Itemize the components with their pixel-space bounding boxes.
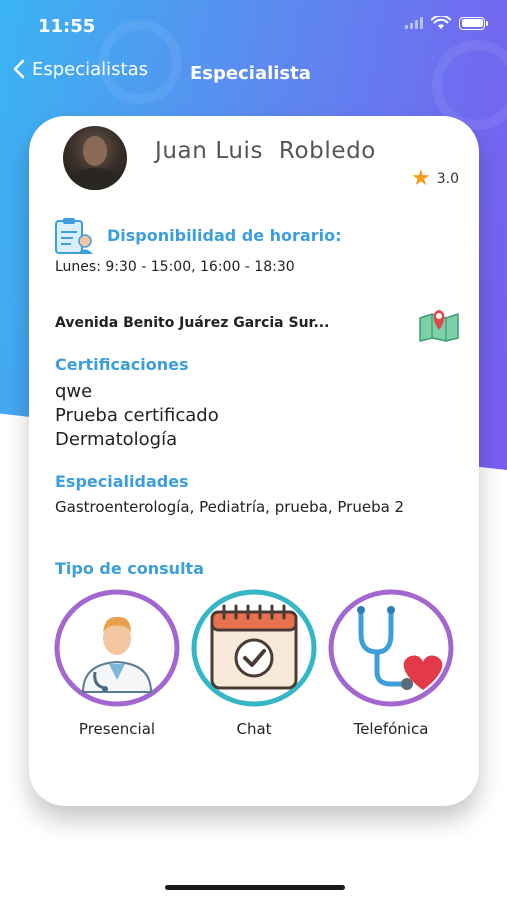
back-button[interactable]: Especialistas [12,58,148,80]
availability-schedule: Lunes: 9:30 - 15:00, 16:00 - 18:30 [55,259,295,275]
signal-icon [405,17,423,29]
rating: ★ 3.0 [411,168,459,190]
wifi-icon [431,16,451,29]
address: Avenida Benito Juárez Garcia Sur... [55,315,330,331]
certifications-title: Certificaciones [55,355,189,374]
certifications-list: qwe Prueba certificado Dermatología [55,380,219,452]
specialties-list: Gastroenterología, Pediatría, prueba, Pr… [55,498,405,516]
consultation-label: Chat [236,720,272,738]
doctor-icon [54,589,180,707]
battery-icon [459,16,488,30]
consultation-label: Telefónica [353,720,429,738]
consultation-option-presencial[interactable]: Presencial [53,588,181,738]
certification-item: Prueba certificado [55,405,219,426]
status-icons [405,16,488,30]
certification-item: qwe [55,381,93,402]
back-button-label: Especialistas [32,58,149,80]
availability-title: Disponibilidad de horario: [107,226,342,245]
certification-item: Dermatología [55,429,178,450]
page-title: Especialista [190,63,311,84]
navigation-bar: Especialistas Especialista [0,58,507,92]
consultation-type-title: Tipo de consulta [55,559,204,578]
home-indicator[interactable] [165,885,345,890]
consultation-option-telefonica[interactable]: Telefónica [327,588,455,738]
rating-value: 3.0 [436,171,459,187]
avatar [63,126,127,190]
consultation-label: Presencial [78,720,156,738]
schedule-clipboard-icon [55,218,93,254]
consultation-option-chat[interactable]: Chat [190,588,318,738]
stethoscope-heart-icon [328,589,454,707]
status-bar: 11:55 [0,0,507,52]
calendar-check-icon [191,589,317,707]
chevron-left-icon [13,59,25,79]
doctor-name: Juan Luis Robledo [155,138,376,164]
specialist-card: Juan Luis Robledo ★ 3.0 Disponibilidad d… [29,116,479,806]
specialties-title: Especialidades [55,472,189,491]
star-icon: ★ [411,166,431,191]
status-time: 11:55 [38,16,96,37]
map-pin-icon[interactable] [418,306,460,342]
